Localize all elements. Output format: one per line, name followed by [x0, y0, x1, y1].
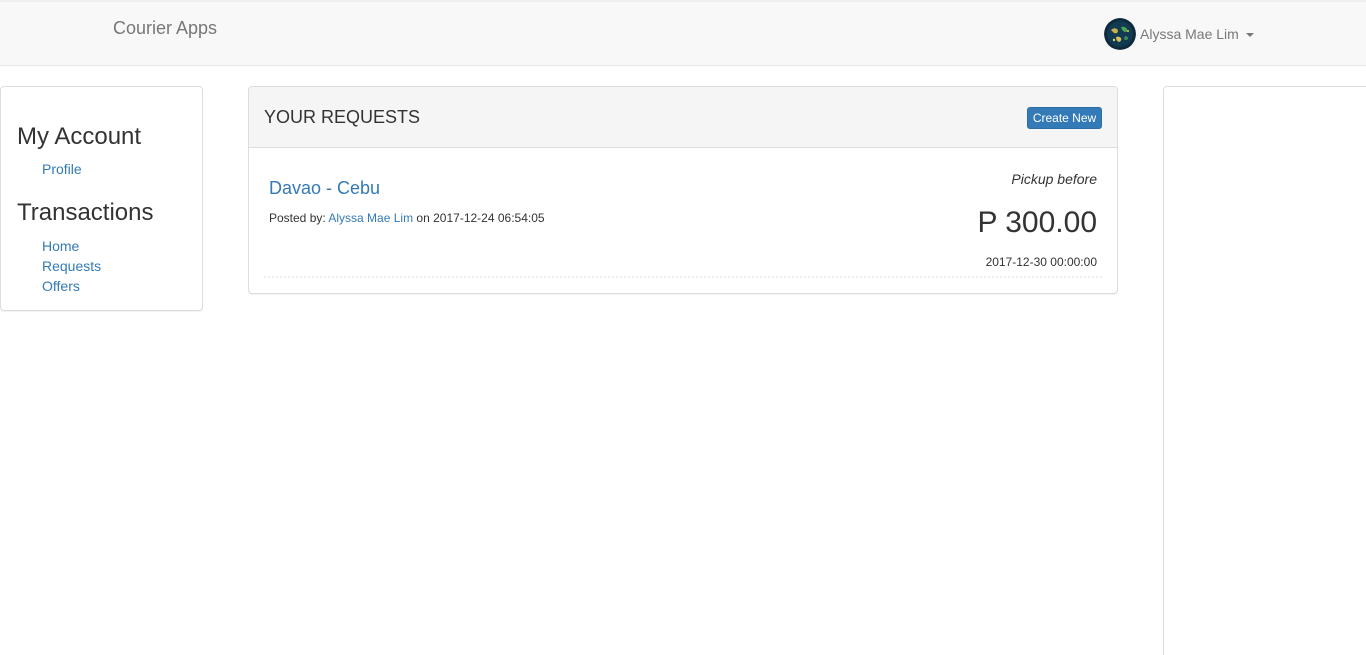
request-route-link[interactable]: Davao - Cebu — [269, 179, 380, 197]
account-sidebar: My Account Profile Transactions Home Req… — [0, 86, 203, 311]
sidebar-item-requests[interactable]: Requests — [42, 259, 101, 273]
top-navbar: Courier Apps Alyssa Mae Lim — [0, 0, 1366, 66]
request-divider — [264, 276, 1102, 278]
user-menu[interactable]: Alyssa Mae Lim — [1104, 18, 1254, 50]
request-author-link[interactable]: Alyssa Mae Lim — [328, 211, 413, 225]
posted-date: 2017-12-24 06:54:05 — [433, 211, 545, 225]
sidebar-item-profile[interactable]: Profile — [42, 162, 82, 176]
sidebar-item-offers[interactable]: Offers — [42, 279, 80, 293]
posted-on-label: on — [416, 211, 430, 225]
sidebar-heading-my-account: My Account — [17, 123, 142, 150]
globe-avatar-icon[interactable] — [1104, 18, 1136, 50]
right-side-panel — [1163, 86, 1366, 655]
requests-panel-heading: YOUR REQUESTS Create New — [249, 87, 1117, 148]
sidebar-heading-transactions: Transactions — [17, 199, 154, 226]
request-posted-info: Posted by: Alyssa Mae Lim on 2017-12-24 … — [269, 212, 545, 224]
pickup-date: 2017-12-30 00:00:00 — [985, 255, 1097, 269]
caret-down-icon[interactable] — [1245, 33, 1254, 37]
sidebar-item-home[interactable]: Home — [42, 239, 79, 253]
request-price: P 300.00 — [977, 206, 1097, 239]
user-name[interactable]: Alyssa Mae Lim — [1140, 26, 1239, 42]
posted-by-label: Posted by: — [269, 211, 326, 225]
panel-title: YOUR REQUESTS — [264, 107, 421, 127]
pickup-before-label: Pickup before — [1011, 171, 1097, 187]
requests-panel: YOUR REQUESTS Create New Davao - Cebu Po… — [248, 86, 1118, 294]
create-new-button[interactable]: Create New — [1027, 107, 1102, 129]
brand-link[interactable]: Courier Apps — [113, 18, 217, 39]
